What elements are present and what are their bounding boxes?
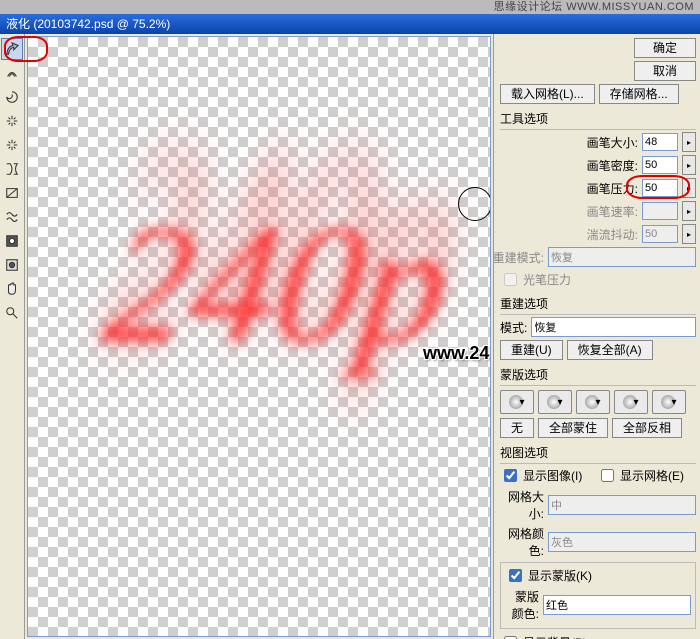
show-mask-checkbox[interactable]	[509, 569, 522, 582]
mask-add-button[interactable]: ▾	[538, 390, 572, 414]
mesh-color-label: 网格颜色:	[500, 525, 544, 559]
load-mesh-button[interactable]: 载入网格(L)...	[500, 84, 595, 104]
watermark-bar: 思缘设计论坛 WWW.MISSYUAN.COM	[0, 0, 700, 14]
mask-subtract-button[interactable]: ▾	[576, 390, 610, 414]
zoom-tool-icon[interactable]	[1, 302, 23, 324]
pen-pressure-checkbox	[504, 273, 517, 286]
recon-mode-select-inline	[548, 247, 696, 267]
artwork-text: 240p	[94, 187, 461, 382]
mask-invert-all-button[interactable]: 全部反相	[612, 418, 682, 438]
pucker-tool-icon[interactable]	[1, 110, 23, 132]
liquify-toolbox	[0, 34, 25, 639]
turb-jitter-stepper: ▸	[682, 224, 696, 244]
cancel-button[interactable]: 取消	[634, 61, 696, 81]
view-options-header: 视图选项	[500, 444, 696, 464]
restore-all-button[interactable]: 恢复全部(A)	[567, 340, 653, 360]
show-mask-label: 显示蒙版(K)	[528, 567, 592, 584]
mask-none-button[interactable]: 无	[500, 418, 534, 438]
brush-rate-stepper: ▸	[682, 201, 696, 221]
mask-invert-button[interactable]: ▾	[652, 390, 686, 414]
brush-size-stepper[interactable]: ▸	[682, 132, 696, 152]
twirl-tool-icon[interactable]	[1, 86, 23, 108]
mask-options-header: 蒙版选项	[500, 366, 696, 386]
recon-mode-label: 模式:	[500, 319, 527, 336]
brush-density-stepper[interactable]: ▸	[682, 155, 696, 175]
brush-pressure-label: 画笔压力:	[578, 180, 638, 197]
pen-pressure-label: 光笔压力	[523, 271, 571, 288]
recon-options-header: 重建选项	[500, 295, 696, 315]
mesh-color-select	[548, 532, 696, 552]
mask-all-button[interactable]: 全部蒙住	[538, 418, 608, 438]
liquify-canvas[interactable]: 240p www.240ps.com	[27, 36, 491, 637]
push-left-tool-icon[interactable]	[1, 158, 23, 180]
brush-density-input[interactable]	[642, 156, 678, 174]
mesh-size-select	[548, 495, 696, 515]
mask-color-select[interactable]	[543, 595, 691, 615]
brush-size-input[interactable]	[642, 133, 678, 151]
mask-button-row: ▾ ▾ ▾ ▾ ▾	[500, 390, 696, 414]
thaw-mask-tool-icon[interactable]	[1, 254, 23, 276]
mask-color-label: 蒙版颜色:	[505, 588, 539, 622]
mirror-tool-icon[interactable]	[1, 182, 23, 204]
recon-mode-label-inline: 重建模式:	[493, 249, 544, 266]
rebuild-button[interactable]: 重建(U)	[500, 340, 563, 360]
options-panel: 确定 取消 载入网格(L)...存储网格... 工具选项 画笔大小: ▸ 画笔密度…	[493, 34, 700, 639]
turb-jitter-label: 湍流抖动:	[578, 226, 638, 243]
brush-cursor-icon	[458, 187, 491, 221]
brush-rate-input	[642, 202, 678, 220]
bloat-tool-icon[interactable]	[1, 134, 23, 156]
window-title-bar: 液化 (20103742.psd @ 75.2%)	[0, 14, 700, 34]
show-bg-label: 显示背景(P)	[523, 634, 587, 639]
brush-size-label: 画笔大小:	[578, 134, 638, 151]
hand-tool-icon[interactable]	[1, 278, 23, 300]
show-mesh-label: 显示网格(E)	[620, 467, 684, 484]
brush-pressure-stepper[interactable]: ▸	[682, 178, 696, 198]
turb-jitter-input	[642, 225, 678, 243]
mask-replace-button[interactable]: ▾	[500, 390, 534, 414]
show-mesh-checkbox[interactable]	[601, 469, 614, 482]
show-image-checkbox[interactable]	[504, 469, 517, 482]
show-image-label: 显示图像(I)	[523, 467, 582, 484]
tool-options-header: 工具选项	[500, 110, 696, 130]
reconstruct-tool-icon[interactable]	[1, 62, 23, 84]
turbulence-tool-icon[interactable]	[1, 206, 23, 228]
recon-mode-select[interactable]	[531, 317, 696, 337]
mask-intersect-button[interactable]: ▾	[614, 390, 648, 414]
brush-pressure-input[interactable]	[642, 179, 678, 197]
freeze-mask-tool-icon[interactable]	[1, 230, 23, 252]
mesh-size-label: 网格大小:	[500, 488, 544, 522]
brush-rate-label: 画笔速率:	[578, 203, 638, 220]
brush-density-label: 画笔密度:	[578, 157, 638, 174]
forward-warp-tool-icon[interactable]	[1, 38, 23, 60]
credit-overlay: www.240ps.com	[423, 343, 491, 364]
save-mesh-button[interactable]: 存储网格...	[599, 84, 679, 104]
ok-button[interactable]: 确定	[634, 38, 696, 58]
